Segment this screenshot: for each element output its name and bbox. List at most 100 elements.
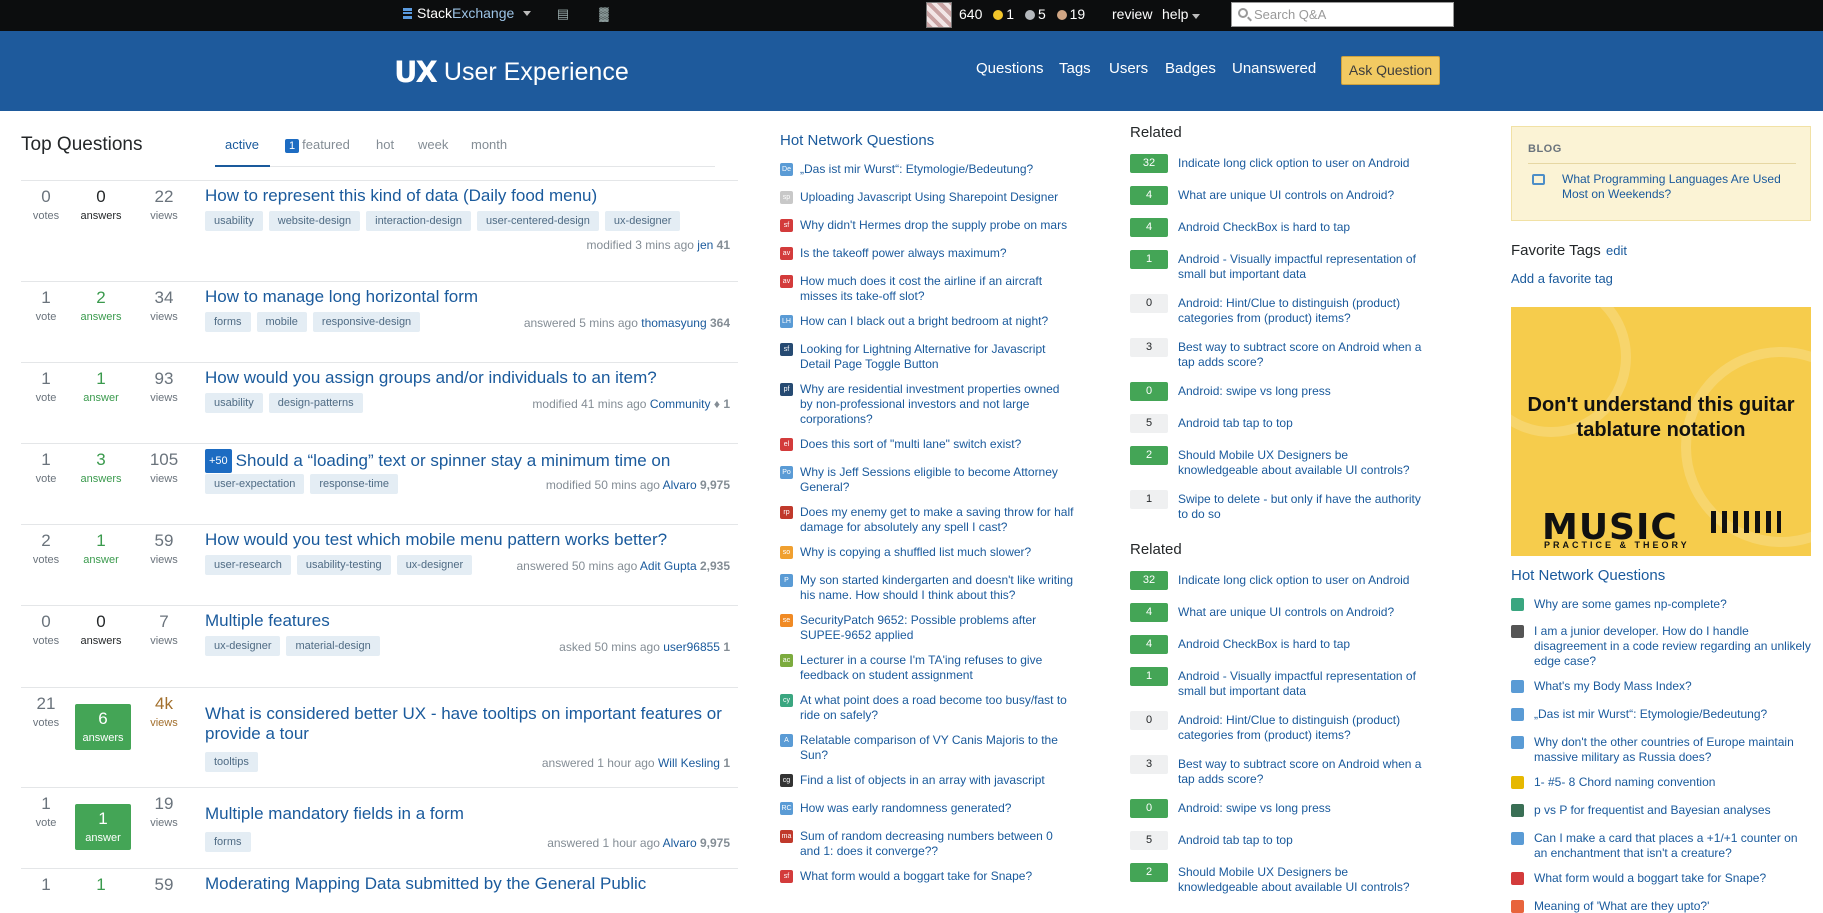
nav-unanswered[interactable]: Unanswered	[1232, 60, 1316, 77]
question-title-link[interactable]: How would you assign groups and/or indiv…	[205, 368, 735, 388]
hot-network-question[interactable]: ac Lecturer in a course I'm TA'ing refuse…	[780, 653, 1075, 683]
sidebar-hot-question[interactable]: Can I make a card that places a +1/+1 co…	[1511, 831, 1811, 861]
related-question[interactable]: 5 Android tab tap to top	[1130, 831, 1430, 850]
sidebar-hot-question[interactable]: Why don't the other countries of Europe …	[1511, 735, 1811, 765]
question-title-link[interactable]: Multiple features	[205, 611, 735, 631]
ask-question-button[interactable]: Ask Question	[1341, 56, 1440, 85]
tag[interactable]: website-design	[268, 211, 361, 231]
hot-network-question[interactable]: cy At what point does a road become too b…	[780, 693, 1075, 723]
tag[interactable]: responsive-design	[312, 312, 421, 332]
question-title-link[interactable]: Multiple mandatory fields in a form	[205, 804, 735, 824]
tag[interactable]: tooltips	[205, 752, 258, 772]
tag[interactable]: ux-designer	[396, 555, 473, 575]
sidebar-hot-question[interactable]: 1- #5- 8 Chord naming convention	[1511, 775, 1811, 790]
tag[interactable]: usability-testing	[296, 555, 391, 575]
user-link[interactable]: Will Kesling	[658, 756, 720, 770]
question-title-link[interactable]: How would you test which mobile menu pat…	[205, 530, 735, 550]
related-question[interactable]: 2 Should Mobile UX Designers be knowledge…	[1130, 863, 1430, 895]
hot-network-question[interactable]: se SecurityPatch 9652: Possible problems …	[780, 613, 1075, 643]
sidebar-hot-question[interactable]: Meaning of 'What are they upto?'	[1511, 899, 1811, 913]
tag[interactable]: material-design	[286, 636, 380, 656]
tab-active[interactable]: active	[225, 137, 259, 152]
hot-network-question[interactable]: so Why is copying a shuffled list much sl…	[780, 545, 1075, 560]
hot-network-question[interactable]: sf What form would a boggart take for Sna…	[780, 869, 1075, 884]
tag[interactable]: forms	[205, 832, 251, 852]
tag[interactable]: usability	[205, 393, 263, 413]
question-title-link[interactable]: How to manage long horizontal form	[205, 287, 735, 307]
add-favorite-tag-link[interactable]: Add a favorite tag	[1511, 271, 1613, 286]
tag[interactable]: design-patterns	[268, 393, 363, 413]
hot-network-question[interactable]: A Relatable comparison of VY Canis Majori…	[780, 733, 1075, 763]
sidebar-hot-question[interactable]: Why are some games np-complete?	[1511, 597, 1811, 612]
hot-network-question[interactable]: el Does this sort of "multi lane" switch …	[780, 437, 1075, 452]
hot-network-question[interactable]: sf Looking for Lightning Alternative for …	[780, 342, 1075, 372]
help-menu[interactable]: help	[1162, 6, 1201, 22]
site-logo[interactable]: UX User Experience	[394, 55, 629, 89]
related-question[interactable]: 5 Android tab tap to top	[1130, 414, 1430, 433]
related-question[interactable]: 0 Android: swipe vs long press	[1130, 799, 1430, 818]
review-link[interactable]: review	[1112, 6, 1152, 22]
tag[interactable]: user-expectation	[205, 474, 305, 494]
achievements-icon[interactable]: ▓	[596, 7, 612, 21]
hot-network-question[interactable]: sf Why didn't Hermes drop the supply prob…	[780, 218, 1075, 233]
hot-network-question[interactable]: cg Find a list of objects in an array wit…	[780, 773, 1075, 788]
related-question[interactable]: 0 Android: Hint/Clue to distinguish (prod…	[1130, 711, 1430, 743]
user-link[interactable]: thomasyung	[641, 316, 706, 330]
tab-week[interactable]: week	[418, 137, 448, 152]
hot-network-question[interactable]: P My son started kindergarten and doesn't…	[780, 573, 1075, 603]
question-title-link[interactable]: Moderating Mapping Data submitted by the…	[205, 874, 735, 894]
sidebar-hot-question[interactable]: p vs P for frequentist and Bayesian anal…	[1511, 803, 1811, 818]
inbox-icon[interactable]: ▤	[555, 7, 571, 21]
avatar[interactable]	[926, 2, 952, 28]
tag[interactable]: ux-designer	[205, 636, 281, 656]
hot-network-question[interactable]: De „Das ist mir Wurst“: Etymologie/Bedeut…	[780, 162, 1075, 177]
hot-network-question[interactable]: pf Why are residential investment propert…	[780, 382, 1075, 427]
tag[interactable]: forms	[205, 312, 251, 332]
nav-users[interactable]: Users	[1109, 60, 1148, 77]
question-title-link[interactable]: What is considered better UX - have tool…	[205, 704, 735, 744]
related-question[interactable]: 32 Indicate long click option to user on …	[1130, 154, 1430, 173]
blog-post-link[interactable]: What Programming Languages Are Used Most…	[1562, 172, 1802, 202]
related-question[interactable]: 32 Indicate long click option to user on …	[1130, 571, 1430, 590]
hot-network-question[interactable]: RC How was early randomness generated?	[780, 801, 1075, 816]
tag[interactable]: user-research	[205, 555, 291, 575]
sidebar-hot-question[interactable]: What form would a boggart take for Snape…	[1511, 871, 1811, 886]
reputation-summary[interactable]: 640 1 5 19	[959, 6, 1085, 22]
user-link[interactable]: Adit Gupta	[640, 559, 697, 573]
user-link[interactable]: user96855	[663, 640, 720, 654]
hot-network-question[interactable]: sp Uploading Javascript Using Sharepoint …	[780, 190, 1075, 205]
user-link[interactable]: Alvaro	[663, 478, 697, 492]
nav-tags[interactable]: Tags	[1059, 60, 1091, 77]
nav-badges[interactable]: Badges	[1165, 60, 1216, 77]
related-question[interactable]: 4 Android CheckBox is hard to tap	[1130, 635, 1430, 654]
related-question[interactable]: 1 Swipe to delete - but only if have the …	[1130, 490, 1430, 522]
hot-network-question[interactable]: ma Sum of random decreasing numbers betwe…	[780, 829, 1075, 859]
hot-network-question[interactable]: av How much does it cost the airline if a…	[780, 274, 1075, 304]
user-link[interactable]: Alvaro	[663, 836, 697, 850]
hot-network-question[interactable]: LH How can I black out a bright bedroom a…	[780, 314, 1075, 329]
stackexchange-menu[interactable]: StackExchange	[403, 5, 532, 21]
favorite-tags-edit-link[interactable]: edit	[1606, 243, 1627, 258]
tag[interactable]: response-time	[310, 474, 399, 494]
advertisement-banner[interactable]: Don't understand this guitar tablature n…	[1511, 307, 1811, 556]
related-question[interactable]: 4 What are unique UI controls on Android?	[1130, 186, 1430, 205]
sidebar-hot-question[interactable]: I am a junior developer. How do I handle…	[1511, 624, 1811, 669]
tab-month[interactable]: month	[471, 137, 507, 152]
question-title-link[interactable]: How to represent this kind of data (Dail…	[205, 186, 735, 206]
tag[interactable]: user-centered-design	[476, 211, 599, 231]
sidebar-hot-question[interactable]: What's my Body Mass Index?	[1511, 679, 1811, 694]
search-input[interactable]: Search Q&A	[1231, 2, 1454, 27]
related-question[interactable]: 4 What are unique UI controls on Android?	[1130, 603, 1430, 622]
related-question[interactable]: 0 Android: Hint/Clue to distinguish (prod…	[1130, 294, 1430, 326]
related-question[interactable]: 3 Best way to subtract score on Android w…	[1130, 338, 1430, 370]
tag[interactable]: ux-designer	[604, 211, 681, 231]
hot-network-question[interactable]: rp Does my enemy get to make a saving thr…	[780, 505, 1075, 535]
sidebar-hot-question[interactable]: „Das ist mir Wurst“: Etymologie/Bedeutun…	[1511, 707, 1811, 722]
tag[interactable]: mobile	[256, 312, 307, 332]
tab-featured[interactable]: 1 featured	[285, 137, 350, 153]
related-question[interactable]: 3 Best way to subtract score on Android w…	[1130, 755, 1430, 787]
related-question[interactable]: 1 Android - Visually impactful representa…	[1130, 667, 1430, 699]
hot-network-question[interactable]: Po Why is Jeff Sessions eligible to becom…	[780, 465, 1075, 495]
tab-hot[interactable]: hot	[376, 137, 394, 152]
user-link[interactable]: Community	[650, 397, 711, 411]
